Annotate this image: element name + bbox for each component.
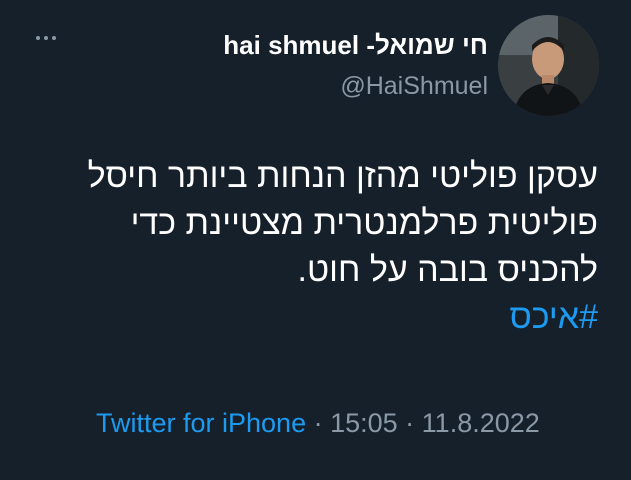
more-dot — [36, 36, 40, 40]
tweet-text-line: עסקן פוליטי מהזן הנחות ביותר חיסל — [87, 157, 598, 195]
more-dot — [44, 36, 48, 40]
meta-separator: · — [397, 408, 422, 438]
meta-separator: · — [306, 408, 331, 438]
avatar-photo-icon — [498, 15, 599, 116]
more-dot — [52, 36, 56, 40]
hashtag-link[interactable]: #איכס — [38, 294, 598, 341]
author-handle[interactable]: @HaiShmuel — [340, 72, 488, 101]
tweet-card: hai shmuel -חי שמואל @HaiShmuel עסקן פול… — [0, 0, 631, 480]
tweet-text-line: להכניס בובה על חוט. — [297, 251, 598, 289]
tweet-text-line: פוליטית פרלמנטרית מצטיינת כדי — [130, 204, 598, 242]
tweet-text: עסקן פוליטי מהזן הנחות ביותר חיסל פוליטי… — [38, 153, 598, 341]
tweet-source-link[interactable]: Twitter for iPhone — [96, 408, 306, 438]
avatar[interactable] — [498, 15, 599, 116]
author-display-name[interactable]: hai shmuel -חי שמואל — [223, 30, 488, 61]
tweet-time[interactable]: 15:05 — [330, 408, 398, 438]
tweet-metadata: Twitter for iPhone · 15:05 · 11.8.2022 — [96, 408, 540, 439]
tweet-date[interactable]: 11.8.2022 — [422, 408, 540, 438]
more-options-icon[interactable] — [36, 36, 56, 40]
